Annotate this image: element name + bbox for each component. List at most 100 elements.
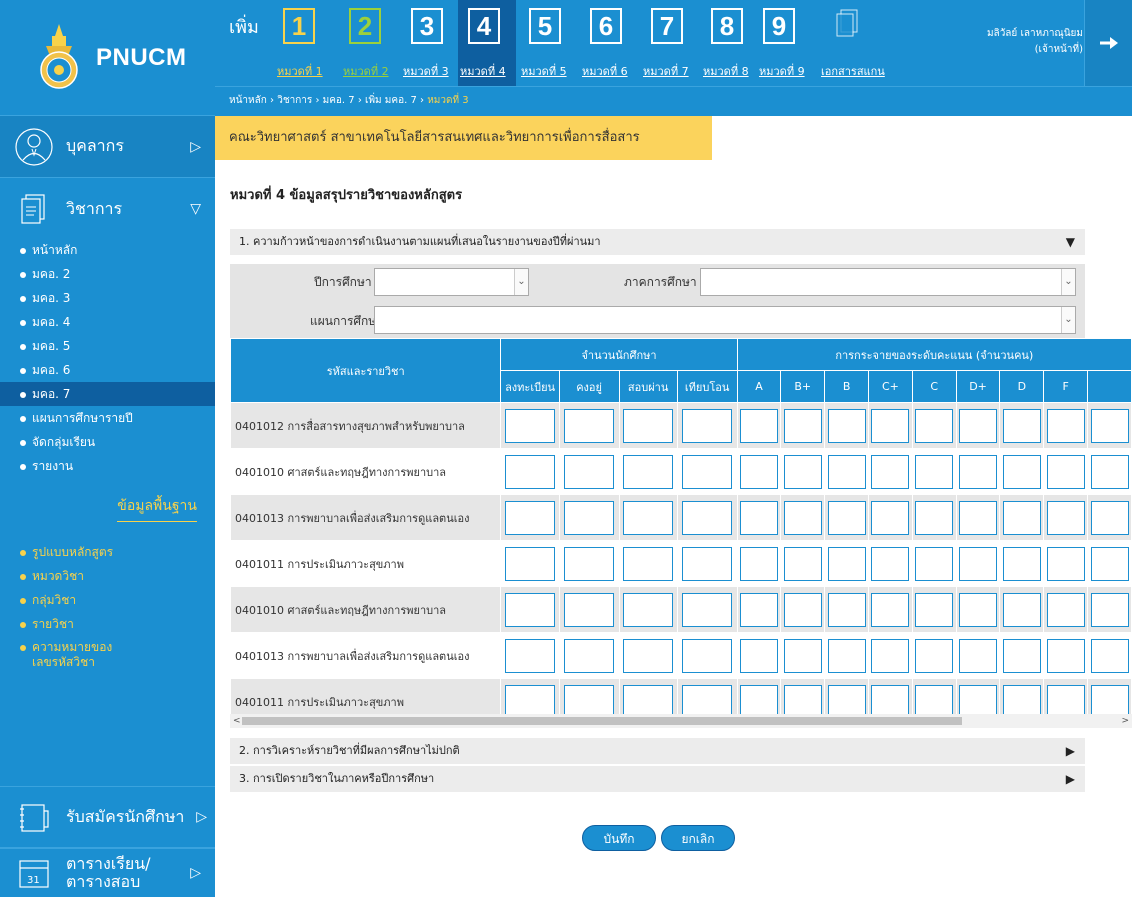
grade-count-input[interactable] <box>1046 454 1085 489</box>
grade-count-input[interactable] <box>1002 592 1041 627</box>
grade-count-input[interactable] <box>915 638 954 673</box>
student-count-input[interactable] <box>682 454 733 489</box>
step-1[interactable]: 1 หมวดที่ 1 <box>277 6 335 86</box>
grade-count-input[interactable] <box>1002 454 1041 489</box>
step-6[interactable]: 6 หมวดที่ 6 <box>582 6 640 86</box>
student-count-input[interactable] <box>564 500 615 535</box>
grade-count-input[interactable] <box>871 500 910 535</box>
grade-count-input[interactable] <box>959 546 998 581</box>
plan-select[interactable]: ⌄ <box>374 306 1076 334</box>
sidebar-item-subject[interactable]: รายวิชา <box>0 612 215 636</box>
breadcrumb-item[interactable]: หน้าหลัก <box>229 95 267 106</box>
student-count-input[interactable] <box>564 684 615 714</box>
step-5[interactable]: 5 หมวดที่ 5 <box>521 6 579 86</box>
brand[interactable]: PNUCM <box>0 0 215 116</box>
student-count-input[interactable] <box>623 592 674 627</box>
grade-count-input[interactable] <box>915 500 954 535</box>
grade-count-input[interactable] <box>1090 638 1129 673</box>
grade-count-input[interactable] <box>959 500 998 535</box>
grade-count-input[interactable] <box>783 454 822 489</box>
grade-count-input[interactable] <box>1090 592 1129 627</box>
grade-count-input[interactable] <box>783 408 822 443</box>
scan-document-icon[interactable] <box>827 6 867 46</box>
grade-count-input[interactable] <box>739 408 778 443</box>
grade-count-input[interactable] <box>827 454 866 489</box>
student-count-input[interactable] <box>505 500 556 535</box>
step-7[interactable]: 7 หมวดที่ 7 <box>643 6 701 86</box>
step-2[interactable]: 2 หมวดที่ 2 <box>343 6 401 86</box>
step-9[interactable]: 9 หมวดที่ 9 <box>759 6 817 86</box>
sidebar-section-academic[interactable]: วิชาการ ▽ <box>0 178 215 240</box>
scroll-left-icon[interactable]: < <box>233 714 241 728</box>
student-count-input[interactable] <box>623 638 674 673</box>
grade-count-input[interactable] <box>959 592 998 627</box>
sidebar-item-study-plan[interactable]: แผนการศึกษารายปี <box>0 406 215 430</box>
grade-count-input[interactable] <box>871 546 910 581</box>
student-count-input[interactable] <box>505 592 556 627</box>
grade-count-input[interactable] <box>915 546 954 581</box>
sidebar-section-schedule[interactable]: 31 ตารางเรียน/ตารางสอบ ▷ <box>0 848 215 897</box>
horizontal-scrollbar[interactable]: < > <box>230 714 1132 728</box>
term-select[interactable]: ⌄ <box>700 268 1076 296</box>
sidebar-item-tqf3[interactable]: มคอ. 3 <box>0 286 215 310</box>
grade-count-input[interactable] <box>871 408 910 443</box>
sidebar-item-tqf4[interactable]: มคอ. 4 <box>0 310 215 334</box>
student-count-input[interactable] <box>505 454 556 489</box>
grade-count-input[interactable] <box>1090 408 1129 443</box>
grade-count-input[interactable] <box>871 454 910 489</box>
grade-count-input[interactable] <box>1046 408 1085 443</box>
grade-count-input[interactable] <box>915 454 954 489</box>
sidebar-item-home[interactable]: หน้าหลัก <box>0 238 215 262</box>
grade-count-input[interactable] <box>739 592 778 627</box>
sidebar-item-tqf5[interactable]: มคอ. 5 <box>0 334 215 358</box>
student-count-input[interactable] <box>682 500 733 535</box>
student-count-input[interactable] <box>623 454 674 489</box>
grade-count-input[interactable] <box>783 638 822 673</box>
breadcrumb-item[interactable]: วิชาการ <box>277 95 312 106</box>
student-count-input[interactable] <box>564 546 615 581</box>
student-count-input[interactable] <box>682 638 733 673</box>
student-count-input[interactable] <box>623 684 674 714</box>
sidebar-item-subject-group[interactable]: กลุ่มวิชา <box>0 588 215 612</box>
grade-count-input[interactable] <box>871 592 910 627</box>
grade-count-input[interactable] <box>1002 500 1041 535</box>
sidebar-item-grouping[interactable]: จัดกลุ่มเรียน <box>0 430 215 454</box>
grade-count-input[interactable] <box>1090 454 1129 489</box>
accordion-section-3[interactable]: 3. การเปิดรายวิชาในภาคหรือปีการศึกษา ▶ <box>230 766 1085 792</box>
grade-count-input[interactable] <box>1046 500 1085 535</box>
year-select[interactable]: ⌄ <box>374 268 529 296</box>
grade-count-input[interactable] <box>1090 684 1129 714</box>
logout-button[interactable] <box>1084 0 1132 86</box>
student-count-input[interactable] <box>505 408 556 443</box>
grade-count-input[interactable] <box>827 408 866 443</box>
grade-count-input[interactable] <box>959 638 998 673</box>
sidebar-item-subject-category[interactable]: หมวดวิชา <box>0 564 215 588</box>
accordion-section-2[interactable]: 2. การวิเคราะห์รายวิชาที่มีผลการศึกษาไม่… <box>230 738 1085 764</box>
grade-count-input[interactable] <box>915 592 954 627</box>
grade-count-input[interactable] <box>783 546 822 581</box>
grade-count-input[interactable] <box>1002 684 1041 714</box>
student-count-input[interactable] <box>623 408 674 443</box>
student-count-input[interactable] <box>505 638 556 673</box>
sidebar-section-admission[interactable]: รับสมัครนักศึกษา ▷ <box>0 786 215 848</box>
student-count-input[interactable] <box>564 638 615 673</box>
grade-count-input[interactable] <box>827 500 866 535</box>
grade-count-input[interactable] <box>871 638 910 673</box>
scan-document-label[interactable]: เอกสารสแกน <box>821 62 885 80</box>
step-3[interactable]: 3 หมวดที่ 3 <box>403 6 461 86</box>
grade-count-input[interactable] <box>1090 546 1129 581</box>
grade-count-input[interactable] <box>827 684 866 714</box>
grade-count-input[interactable] <box>739 546 778 581</box>
grade-count-input[interactable] <box>783 500 822 535</box>
student-count-input[interactable] <box>682 546 733 581</box>
grade-count-input[interactable] <box>783 592 822 627</box>
grade-count-input[interactable] <box>1046 546 1085 581</box>
grade-count-input[interactable] <box>827 546 866 581</box>
sidebar-item-report[interactable]: รายงาน <box>0 454 215 478</box>
grade-count-input[interactable] <box>827 592 866 627</box>
grade-count-input[interactable] <box>1090 500 1129 535</box>
grade-count-input[interactable] <box>1002 638 1041 673</box>
save-button[interactable]: บันทึก <box>582 825 656 851</box>
grade-count-input[interactable] <box>1002 546 1041 581</box>
sidebar-item-code-meaning[interactable]: ความหมายของ เลขรหัสวิชา <box>0 636 215 670</box>
